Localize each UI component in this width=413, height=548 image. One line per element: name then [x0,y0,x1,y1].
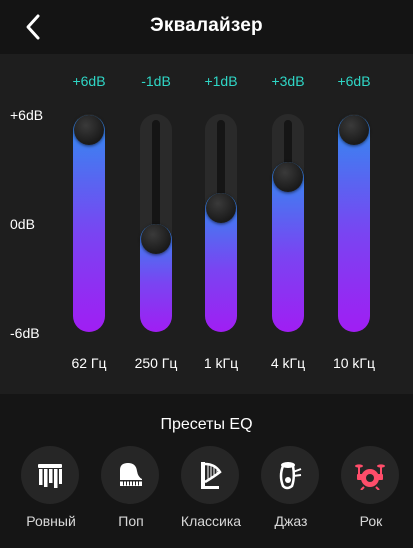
preset-label: Рок [359,513,383,529]
band-frequency-label: 10 kГц [332,355,376,371]
presets-title: Пресеты EQ [160,416,253,433]
piano-icon [120,463,142,486]
band-slider[interactable] [205,114,237,332]
slider-thumb[interactable] [339,115,369,145]
tuba-icon [279,462,302,490]
flat-preset-icon [38,464,62,488]
band-slider[interactable] [272,114,304,332]
preset-icon-circle [181,446,239,504]
preset-classic-button[interactable]: Классика [171,446,251,536]
db-axis-middle-label: 0dB [10,216,35,232]
preset-flat-button[interactable]: Ровный [11,446,91,536]
preset-icon-circle [21,446,79,504]
band-value-label: +6dB [337,73,371,89]
harp-icon [201,462,222,489]
preset-icon-circle [261,446,319,504]
band-value-label: +1dB [204,73,238,89]
eq-presets-panel: Пресеты EQ Ровный Поп Классика Джаз Рок [0,394,413,548]
band-value-label: -1dB [141,73,171,89]
db-axis-top-label: +6dB [10,107,44,123]
equalizer-panel: +6dB 0dB -6dB +6dB 62 Гц -1dB 250 Гц +1d… [0,54,413,394]
band-frequency-label: 250 Гц [134,355,178,371]
slider-thumb[interactable] [206,192,236,223]
band-slider[interactable] [338,114,370,332]
band-value-label: +6dB [72,73,106,89]
preset-jazz-button[interactable]: Джаз [251,446,331,536]
band-slider[interactable] [140,114,172,332]
db-axis-bottom-label: -6dB [10,325,40,341]
drums-icon [355,464,385,490]
band-frequency-label: 1 kГц [203,355,239,371]
preset-icon-circle [101,446,159,504]
band-value-label: +3dB [271,73,305,89]
preset-pop-button[interactable]: Поп [91,446,171,536]
header-bar: Эквалайзер [0,0,413,54]
slider-thumb[interactable] [273,161,303,192]
slider-thumb[interactable] [74,115,104,145]
slider-fill [73,115,105,332]
page-title: Эквалайзер [150,15,263,36]
preset-icon-circle [341,446,399,504]
band-slider[interactable] [73,114,105,332]
band-frequency-label: 4 kГц [270,355,306,371]
slider-thumb[interactable] [141,223,171,254]
band-frequency-label: 62 Гц [71,355,107,371]
preset-rock-button[interactable]: Рок [331,446,411,536]
slider-fill [338,115,370,332]
